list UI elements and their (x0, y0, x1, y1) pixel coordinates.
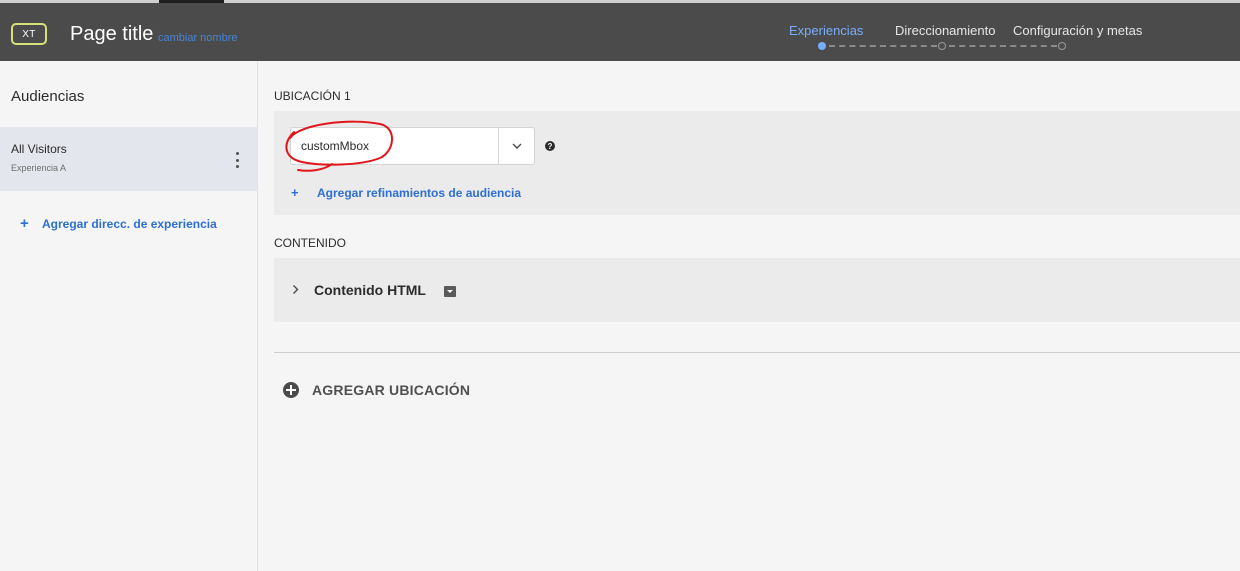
location-combobox (290, 127, 535, 165)
plus-icon: + (20, 215, 29, 232)
audiences-heading: Audiencias (11, 88, 85, 105)
browser-tab-indicator (159, 0, 224, 3)
location-panel: ? + Agregar refinamientos de audiencia (274, 111, 1240, 215)
content-dropdown-icon[interactable] (444, 286, 456, 297)
location-dropdown-button[interactable] (498, 128, 534, 164)
audiences-panel: Audiencias All Visitors Experiencia A + … (0, 61, 258, 571)
add-circle-icon (283, 382, 299, 398)
rename-link[interactable]: cambiar nombre (158, 32, 237, 44)
audience-name: All Visitors (11, 142, 67, 156)
page-title: Page title (70, 23, 154, 45)
step-connector (829, 45, 937, 47)
location-label: UBICACIÓN 1 (274, 89, 351, 103)
location-input[interactable] (291, 128, 498, 164)
content-item-row[interactable]: Contenido HTML (274, 258, 1240, 322)
more-options-icon[interactable] (232, 152, 242, 168)
add-audience-refinements-button[interactable]: + Agregar refinamientos de audiencia (291, 185, 521, 200)
step-dot-settings-goals (1058, 42, 1066, 50)
content-item-title: Contenido HTML (314, 282, 426, 298)
help-icon[interactable]: ? (545, 141, 555, 151)
step-connector (949, 45, 1057, 47)
step-dot-targeting (938, 42, 946, 50)
divider (274, 352, 1240, 353)
chevron-right-icon (293, 285, 299, 294)
add-location-button[interactable]: AGREGAR UBICACIÓN (283, 382, 470, 398)
top-bar: XT Page title cambiar nombre Experiencia… (0, 0, 1240, 61)
step-targeting[interactable]: Direccionamiento (895, 23, 995, 38)
add-experience-label: Agregar direcc. de experiencia (42, 216, 217, 231)
add-refinements-label: Agregar refinamientos de audiencia (317, 185, 522, 200)
workflow-steps: Experiencias Direccionamiento Configurac… (780, 21, 1150, 57)
add-location-label: AGREGAR UBICACIÓN (312, 382, 471, 398)
activity-type-badge: XT (11, 23, 47, 45)
audience-item[interactable]: All Visitors Experiencia A (0, 127, 257, 191)
plus-icon: + (291, 185, 299, 200)
chevron-down-icon (512, 143, 521, 149)
step-settings-goals[interactable]: Configuración y metas (1013, 23, 1142, 38)
add-experience-targeting-button[interactable]: + Agregar direcc. de experiencia (20, 215, 217, 232)
audience-experience: Experiencia A (11, 163, 67, 173)
step-experiences[interactable]: Experiencias (789, 23, 863, 38)
content-label: CONTENIDO (274, 236, 346, 250)
step-dot-experiences (818, 42, 826, 50)
